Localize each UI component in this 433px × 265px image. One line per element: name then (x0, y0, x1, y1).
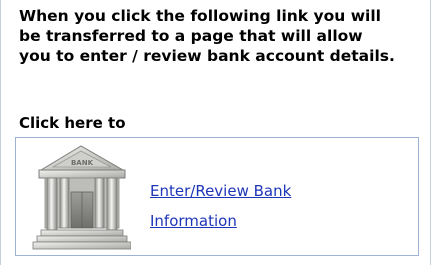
bank-sign-text: BANK (71, 159, 94, 167)
bank-link-box: BANK Enter/Review Bank Information (15, 137, 419, 256)
bank-details-panel: When you click the following link you wi… (0, 0, 431, 265)
enter-review-bank-information-link[interactable]: Enter/Review Bank Information (150, 176, 370, 236)
click-here-label: Click here to (19, 114, 126, 132)
intro-text: When you click the following link you wi… (19, 7, 395, 65)
bank-building-icon: BANK (32, 145, 131, 250)
